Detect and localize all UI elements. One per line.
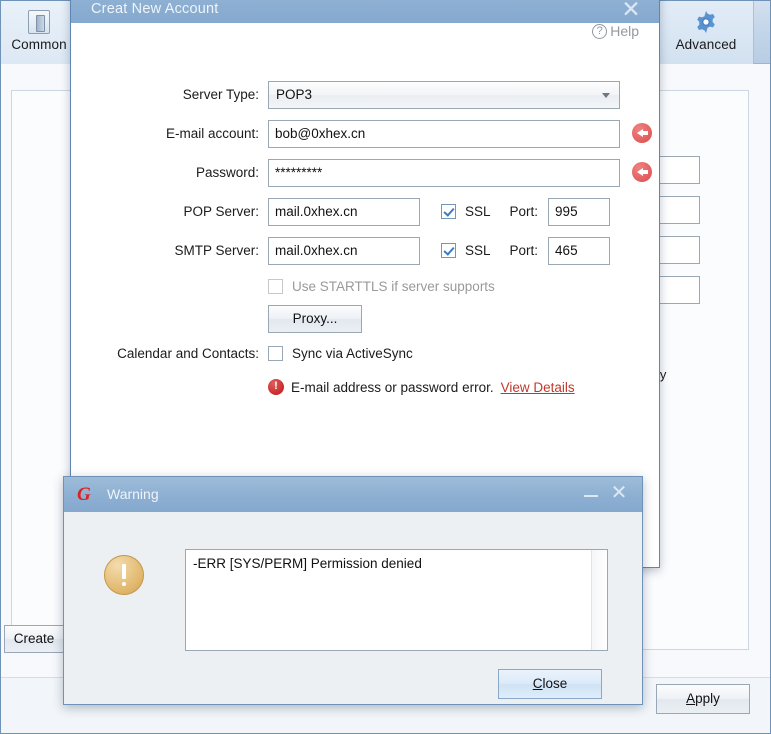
- warning-exclamation-icon: [104, 555, 144, 595]
- warning-message: -ERR [SYS/PERM] Permission denied: [193, 556, 422, 571]
- pop-port-input[interactable]: [548, 198, 610, 226]
- starttls-checkbox[interactable]: [268, 279, 283, 294]
- warning-titlebar: G Warning ✕: [64, 477, 642, 512]
- warning-dialog: G Warning ✕ -ERR [SYS/PERM] Permission d…: [63, 476, 643, 705]
- error-message: E-mail address or password error.: [291, 380, 494, 395]
- gear-icon: [692, 8, 720, 36]
- activesync-label: Sync via ActiveSync: [292, 346, 413, 361]
- row-error: ! E-mail address or password error. View…: [71, 370, 659, 404]
- smtp-port-input[interactable]: [548, 237, 610, 265]
- error-exclamation-icon: !: [268, 379, 284, 395]
- chevron-down-icon: [602, 93, 610, 98]
- row-password: Password:: [71, 153, 659, 192]
- email-account-label: E-mail account:: [71, 126, 268, 141]
- create-button[interactable]: Create: [4, 625, 64, 653]
- close-button-label: lose: [542, 676, 567, 691]
- card-icon: [25, 8, 53, 36]
- row-pop-server: POP Server: SSL Port:: [71, 192, 659, 231]
- help-label: Help: [610, 23, 639, 39]
- toolbar-tab-common-label: Common: [1, 37, 77, 52]
- view-details-link[interactable]: View Details: [501, 380, 575, 395]
- smtp-port-label: Port:: [510, 243, 539, 258]
- pop-ssl-label: SSL: [465, 204, 491, 219]
- row-smtp-server: SMTP Server: SSL Port:: [71, 231, 659, 270]
- warning-title: Warning: [107, 486, 159, 502]
- activesync-checkbox[interactable]: [268, 346, 283, 361]
- row-email-account: E-mail account:: [71, 114, 659, 153]
- toolbar-tab-advanced[interactable]: Advanced: [658, 1, 754, 64]
- pop-ssl-checkbox[interactable]: [441, 204, 456, 219]
- dialog-title: Creat New Account: [91, 1, 219, 17]
- apply-button-label: pply: [695, 691, 720, 706]
- red-left-arrow-icon-password: [632, 162, 652, 182]
- warning-message-box[interactable]: -ERR [SYS/PERM] Permission denied: [185, 549, 608, 651]
- minimize-icon[interactable]: [584, 495, 598, 497]
- smtp-ssl-checkbox[interactable]: [441, 243, 456, 258]
- close-button[interactable]: Close: [498, 669, 602, 699]
- apply-button[interactable]: Apply: [656, 684, 750, 714]
- error-message-block: ! E-mail address or password error. View…: [268, 379, 575, 395]
- app-logo-icon: G: [77, 485, 96, 504]
- row-calendar-contacts: Calendar and Contacts: Sync via ActiveSy…: [71, 336, 659, 370]
- row-server-type: Server Type: POP3: [71, 75, 659, 114]
- row-starttls: Use STARTTLS if server supports: [71, 270, 659, 302]
- screen-root: Common Advanced ly: [0, 0, 771, 734]
- proxy-button[interactable]: Proxy...: [268, 305, 362, 333]
- email-account-input[interactable]: [268, 120, 620, 148]
- close-icon[interactable]: ✕: [617, 0, 645, 24]
- server-type-value: POP3: [276, 87, 312, 102]
- dialog-titlebar: Creat New Account ✕: [71, 0, 659, 23]
- help-link[interactable]: ? Help: [592, 23, 639, 39]
- red-left-arrow-icon-email: [632, 123, 652, 143]
- server-type-select[interactable]: POP3: [268, 81, 620, 109]
- close-icon[interactable]: ✕: [608, 483, 630, 505]
- starttls-label: Use STARTTLS if server supports: [292, 279, 495, 294]
- scrollbar[interactable]: [591, 550, 607, 650]
- pop-server-label: POP Server:: [71, 204, 268, 219]
- question-circle-icon: ?: [592, 24, 607, 39]
- toolbar-tab-advanced-label: Advanced: [659, 37, 753, 52]
- warning-content: -ERR [SYS/PERM] Permission denied: [64, 512, 642, 667]
- calendar-contacts-label: Calendar and Contacts:: [71, 346, 268, 361]
- smtp-ssl-label: SSL: [465, 243, 491, 258]
- toolbar-tab-common[interactable]: Common: [1, 1, 78, 64]
- pop-port-label: Port:: [510, 204, 539, 219]
- warning-footer: Close: [64, 665, 642, 704]
- smtp-server-input[interactable]: [268, 237, 420, 265]
- password-input[interactable]: [268, 159, 620, 187]
- smtp-server-label: SMTP Server:: [71, 243, 268, 258]
- row-proxy: Proxy...: [71, 302, 659, 336]
- server-type-label: Server Type:: [71, 87, 268, 102]
- apply-button-first-letter: A: [686, 691, 695, 706]
- pop-server-input[interactable]: [268, 198, 420, 226]
- account-form: Server Type: POP3 E-mail account: Passwo…: [71, 75, 659, 404]
- password-label: Password:: [71, 165, 268, 180]
